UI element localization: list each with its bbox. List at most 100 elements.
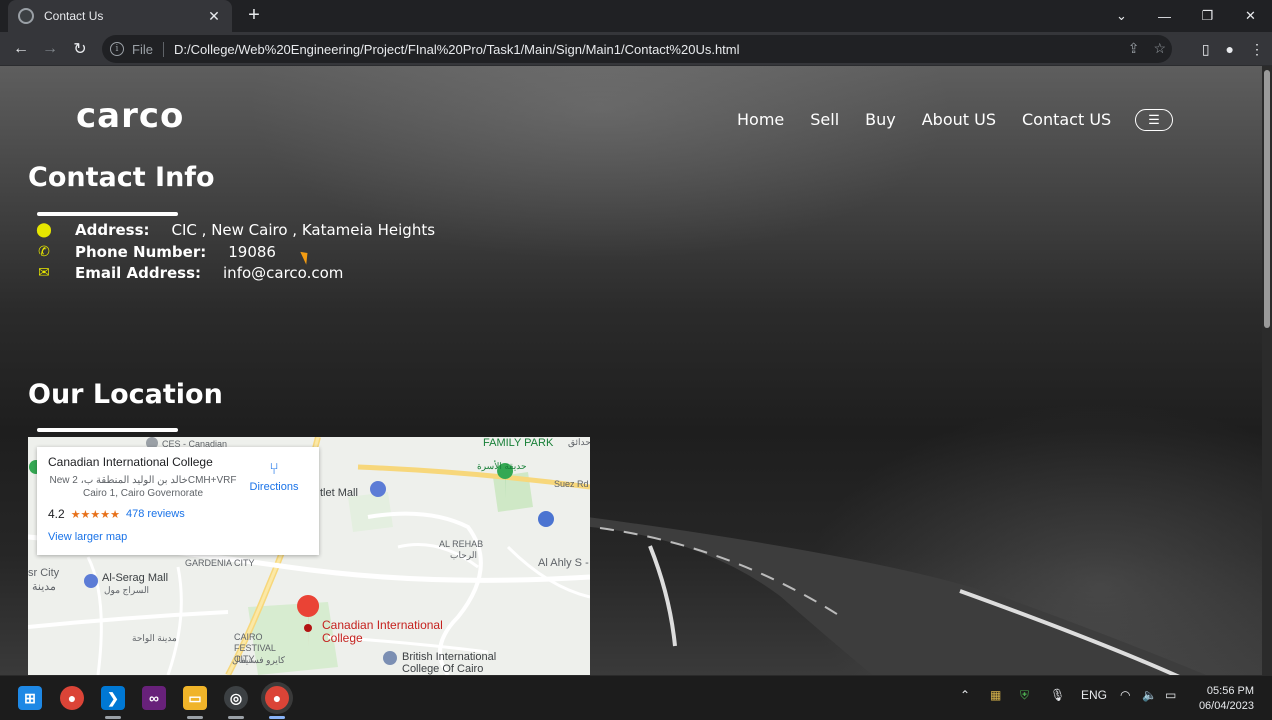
- browser-toolbar: ← → ↻ i File D:/College/Web%20Engineerin…: [0, 32, 1272, 66]
- map-label-sr-city-ar: مدينة: [32, 581, 56, 593]
- clock-time: 05:56 PM: [1206, 685, 1254, 697]
- place-rating-value: 4.2: [48, 507, 65, 521]
- phone-value: 19086: [228, 243, 276, 261]
- chrome-taskbar-icon[interactable]: ●: [60, 686, 84, 710]
- microphone-icon[interactable]: 🎙: [1050, 688, 1065, 702]
- map-label-al-serag-ar: السراج مول: [104, 585, 150, 595]
- contact-heading-underline: [37, 212, 178, 216]
- tray-overflow-chevron-icon[interactable]: ⌃: [960, 688, 970, 702]
- restore-button[interactable]: ❐: [1186, 0, 1229, 32]
- location-heading-underline: [37, 428, 178, 432]
- visual-studio-taskbar-icon[interactable]: ∞: [142, 686, 166, 710]
- nav-home[interactable]: Home: [737, 110, 784, 129]
- wifi-icon[interactable]: ◠: [1120, 688, 1130, 702]
- map-label-sr-city: sr City: [28, 567, 60, 579]
- close-window-button[interactable]: ✕: [1229, 0, 1272, 32]
- email-value: info@carco.com: [223, 264, 344, 282]
- map-label-suez-rd: Suez Rd: [554, 479, 589, 489]
- windows-start-icon[interactable]: ⊞: [18, 686, 42, 710]
- address-bar[interactable]: i File D:/College/Web%20Engineering/Proj…: [102, 35, 1172, 63]
- nav-contact-us[interactable]: Contact US: [1022, 110, 1111, 129]
- page-scrollbar[interactable]: [1262, 66, 1272, 675]
- github-taskbar-icon[interactable]: ◎: [224, 686, 248, 710]
- tab-close-icon[interactable]: ✕: [206, 8, 222, 25]
- github-active-indicator: [228, 716, 244, 719]
- tray-app-icon[interactable]: ▦: [990, 688, 1001, 702]
- vscode-active-indicator: [105, 716, 121, 719]
- nav-about-us[interactable]: About US: [922, 110, 996, 129]
- security-shield-icon[interactable]: ⛨: [1020, 688, 1029, 703]
- site-info-icon[interactable]: i: [110, 42, 124, 56]
- bookmark-star-icon[interactable]: ☆: [1153, 40, 1166, 57]
- map-label-family-park-ar: حديقة الأسرة: [477, 461, 527, 471]
- nav-sell[interactable]: Sell: [810, 110, 839, 129]
- clock-date: 06/04/2023: [1198, 700, 1254, 712]
- view-larger-map-link[interactable]: View larger map: [48, 531, 308, 543]
- phone-icon: ✆: [38, 244, 50, 260]
- share-icon[interactable]: ⇪: [1128, 40, 1140, 57]
- os-taskbar: ⊞ ● ❯ ∞ ▭ ◎ ● ⌃ ▦ ⛨ 🎙 ENG ◠ 🔈 ▭ 05:56 PM…: [0, 675, 1272, 720]
- map-label-gardenia: GARDENIA CITY: [185, 558, 255, 568]
- map-label-al-ahly: Al Ahly S - Fift: [538, 557, 590, 569]
- map-label-al-rehab: AL REHAB: [439, 539, 484, 549]
- profile-icon[interactable]: ●: [1226, 41, 1234, 58]
- email-label: Email Address:: [75, 264, 202, 282]
- phone-row: ✆ Phone Number: 19086: [37, 243, 276, 261]
- browser-menu-icon[interactable]: ⋮: [1250, 41, 1264, 58]
- our-location-heading: Our Location: [28, 379, 223, 410]
- chrome-active-taskbar-icon[interactable]: ●: [265, 686, 289, 710]
- mouse-cursor-icon: [300, 249, 312, 265]
- map-label-top-ar: حدائق: [568, 437, 590, 447]
- envelope-icon: ✉: [38, 265, 50, 281]
- map-label-british: British International College Of Cairo: [402, 651, 497, 675]
- site-nav: Home Sell Buy About US Contact US: [737, 110, 1137, 129]
- tab-search-icon[interactable]: ⌄: [1100, 0, 1143, 32]
- hamburger-menu-button[interactable]: ☰: [1135, 109, 1173, 131]
- background-road-graphic: [580, 516, 1207, 675]
- forward-button[interactable]: →: [39, 38, 61, 60]
- map-label-cairo-festival-ar: كايرو فستيفال: [232, 655, 285, 665]
- back-button[interactable]: ←: [10, 38, 32, 60]
- volume-icon[interactable]: 🔈: [1142, 688, 1157, 702]
- system-clock[interactable]: 05:56 PM 06/04/2023: [1199, 684, 1254, 714]
- url-text[interactable]: D:/College/Web%20Engineering/Project/FIn…: [174, 42, 740, 57]
- map-label-cic-pin[interactable]: Canadian International College: [322, 619, 452, 645]
- map-label-wahat-ar: مدينة الواحة: [132, 633, 177, 643]
- url-scheme-chip: File: [132, 41, 164, 57]
- reviews-link[interactable]: 478 reviews: [126, 508, 185, 520]
- address-row: ⬤ Address: CIC , New Cairo , Katameia He…: [36, 221, 436, 239]
- side-panel-icon[interactable]: ▯: [1202, 41, 1210, 58]
- map-label-al-serag: Al-Serag Mall: [102, 572, 169, 584]
- map-label-al-rehab-ar: الرحاب: [450, 550, 477, 560]
- file-explorer-taskbar-icon[interactable]: ▭: [183, 686, 207, 710]
- address-value: CIC , New Cairo , Katameia Heights: [171, 221, 436, 239]
- rating-stars-icon: ★★★★★: [70, 508, 120, 521]
- map-label-family-park: FAMILY PARK: [483, 437, 554, 449]
- minimize-button[interactable]: —: [1143, 0, 1186, 32]
- hamburger-icon: ☰: [1148, 112, 1160, 127]
- new-tab-button[interactable]: +: [244, 5, 264, 25]
- tab-favicon-icon: [18, 8, 34, 24]
- place-address: New خالد بن الوليد المنطقة ب، 2CMH+VRF C…: [49, 475, 237, 499]
- vscode-taskbar-icon[interactable]: ❯: [101, 686, 125, 710]
- browser-tab-bar: Contact Us ✕ + ⌄ — ❐ ✕: [0, 0, 1272, 32]
- page-viewport: carco Home Sell Buy About US Contact US …: [0, 66, 1262, 675]
- chrome-active-indicator: [269, 716, 285, 719]
- explorer-active-indicator: [187, 716, 203, 719]
- map-marker-icon: ⬤: [36, 222, 52, 238]
- nav-buy[interactable]: Buy: [865, 110, 896, 129]
- reload-button[interactable]: ↻: [69, 38, 91, 60]
- battery-icon[interactable]: ▭: [1165, 688, 1176, 702]
- contact-info-heading: Contact Info: [28, 162, 215, 193]
- window-controls: ⌄ — ❐ ✕: [1100, 0, 1272, 32]
- embedded-map[interactable]: CES - Canadian حدائق FAMILY PARK حديقة ا…: [28, 437, 590, 675]
- map-label-outlet-mall: tlet Mall: [320, 487, 358, 499]
- language-indicator[interactable]: ENG: [1081, 688, 1107, 702]
- place-rating-row: 4.2 ★★★★★ 478 reviews: [48, 507, 308, 521]
- directions-button[interactable]: ⑂ Directions: [247, 461, 301, 493]
- browser-tab[interactable]: Contact Us ✕: [8, 0, 232, 32]
- site-logo[interactable]: carco: [76, 96, 184, 136]
- place-info-card: Canadian International College New خالد …: [37, 447, 319, 555]
- scrollbar-thumb[interactable]: [1264, 70, 1270, 328]
- address-label: Address:: [75, 221, 150, 239]
